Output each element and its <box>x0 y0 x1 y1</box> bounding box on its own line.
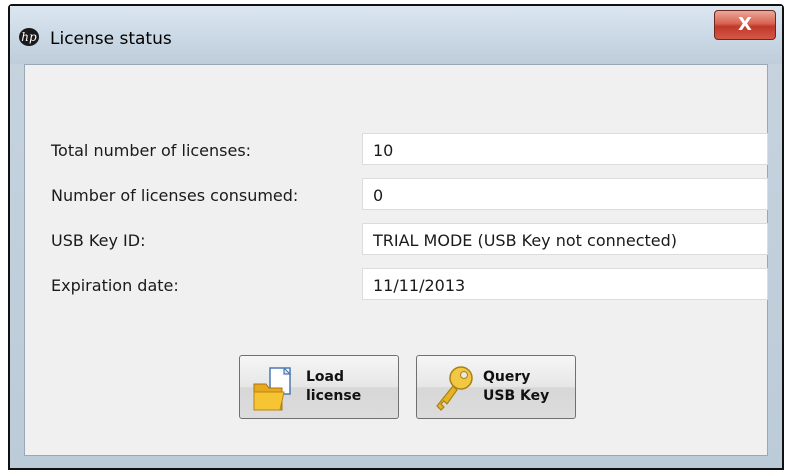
load-license-label: Load license <box>306 369 362 404</box>
title-bar[interactable]: hp License status X <box>10 6 782 64</box>
load-license-button[interactable]: Load license <box>239 355 399 419</box>
folder-document-icon <box>253 367 292 411</box>
window-title: License status <box>50 29 172 49</box>
client-area: Total number of licenses: 10 Number of l… <box>24 64 768 456</box>
close-button[interactable]: X <box>714 10 776 40</box>
query-usb-key-button[interactable]: Query USB Key <box>416 355 576 419</box>
key-icon <box>436 366 473 411</box>
expiration-date-label: Expiration date: <box>51 276 179 295</box>
hp-logo-icon: hp <box>19 28 39 46</box>
licenses-consumed-label: Number of licenses consumed: <box>51 186 299 205</box>
total-licenses-field[interactable]: 10 <box>362 133 768 165</box>
total-licenses-label: Total number of licenses: <box>51 141 252 160</box>
licenses-consumed-field[interactable]: 0 <box>362 178 768 210</box>
expiration-date-field[interactable]: 11/11/2013 <box>362 268 768 300</box>
license-status-window: hp License status X Total number of lice… <box>8 4 784 470</box>
query-usb-key-label: Query USB Key <box>483 369 550 404</box>
usb-key-id-label: USB Key ID: <box>51 231 146 250</box>
usb-key-id-field[interactable]: TRIAL MODE (USB Key not connected) <box>362 223 768 255</box>
